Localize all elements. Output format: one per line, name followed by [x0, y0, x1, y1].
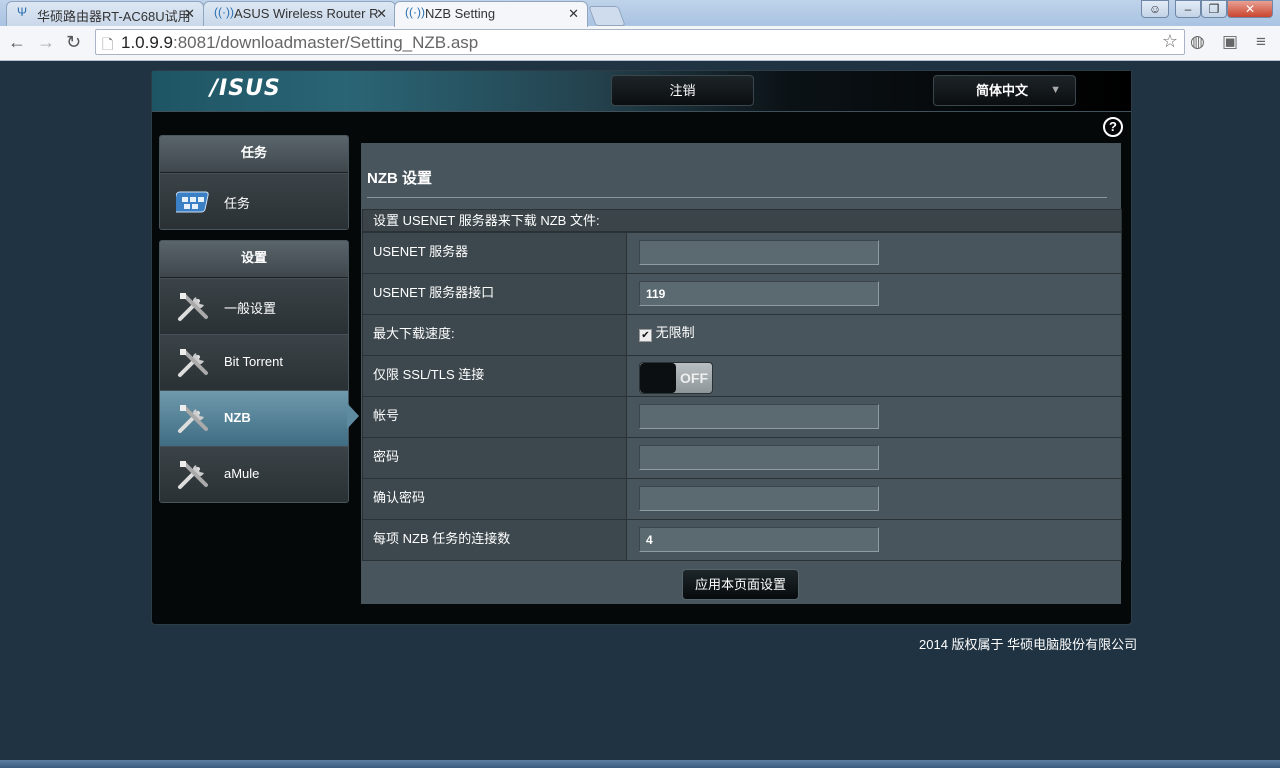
tab-title: ASUS Wireless Router R — [234, 6, 379, 21]
nzb-settings-form: 设置 USENET 服务器来下载 NZB 文件: USENET 服务器 USEN… — [362, 209, 1122, 561]
wireless-favicon-icon: ((·)) — [405, 5, 425, 19]
checkbox-label: 无限制 — [655, 325, 695, 340]
user-icon[interactable]: ☺ — [1141, 0, 1169, 18]
form-row-password: 密码 — [363, 437, 1121, 478]
unlimited-checkbox[interactable]: ✔ — [639, 329, 652, 342]
page-icon: 🗋 — [102, 36, 114, 52]
sidebar-item-general[interactable]: 一般设置 — [160, 278, 348, 334]
tools-icon — [178, 461, 208, 489]
account-input[interactable] — [639, 404, 879, 429]
sidebar-group-task: 任务 任务 — [159, 135, 349, 230]
browser-tab[interactable]: ((·)) ASUS Wireless Router R ✕ — [203, 1, 396, 26]
extension-globe-icon[interactable]: ◍ — [1190, 32, 1205, 52]
toggle-knob — [640, 363, 676, 393]
language-label: 简体中文 — [976, 83, 1029, 98]
browser-tab[interactable]: Ψ 华硕路由器RT-AC68U试用 ✕ — [6, 1, 204, 26]
settings-content: NZB 设置 设置 USENET 服务器来下载 NZB 文件: USENET 服… — [361, 143, 1122, 604]
forward-icon[interactable]: → — [37, 32, 55, 52]
form-row-account: 帐号 — [363, 396, 1121, 437]
confirm-password-input[interactable] — [639, 486, 879, 511]
chevron-down-icon: ▼ — [1050, 84, 1061, 96]
active-item-pointer — [347, 403, 359, 429]
minimize-icon[interactable]: – — [1175, 0, 1201, 18]
form-row-server: USENET 服务器 — [363, 232, 1121, 273]
back-icon[interactable]: ← — [8, 32, 26, 52]
toggle-state: OFF — [680, 370, 708, 386]
page-header: /ISUS 注销 简体中文 ▼ — [152, 71, 1131, 112]
restore-icon[interactable]: ❐ — [1201, 0, 1227, 18]
sidebar-item-label: aMule — [224, 466, 260, 481]
url-text[interactable]: 1.0.9.9:8081/downloadmaster/Setting_NZB.… — [121, 33, 478, 53]
sidebar-item-label: Bit Torrent — [224, 354, 284, 369]
field-label: 帐号 — [363, 397, 627, 437]
sidebar-item-label: NZB — [224, 410, 251, 425]
sidebar-item-label: 任务 — [224, 196, 251, 211]
tools-icon — [178, 405, 208, 433]
form-row-ssl: 仅限 SSL/TLS 连接 OFF — [363, 355, 1121, 396]
tab-title: 华硕路由器RT-AC68U试用 — [37, 9, 191, 24]
language-select[interactable]: 简体中文 ▼ — [933, 75, 1076, 106]
close-window-icon[interactable]: ✕ — [1227, 0, 1273, 18]
field-label: 最大下载速度: — [363, 315, 627, 355]
close-icon[interactable]: ✕ — [184, 6, 195, 22]
address-bar[interactable]: 🗋 1.0.9.9:8081/downloadmaster/Setting_NZ… — [95, 29, 1185, 55]
logout-button[interactable]: 注销 — [611, 75, 754, 106]
sidebar-item-nzb[interactable]: NZB — [160, 390, 348, 446]
help-icon[interactable]: ? — [1103, 117, 1123, 137]
asus-logo: /ISUS — [210, 76, 281, 101]
sidebar-item-bittorrent[interactable]: Bit Torrent — [160, 334, 348, 390]
form-row-confirm: 确认密码 — [363, 478, 1121, 519]
field-label: USENET 服务器接口 — [363, 274, 627, 314]
browser-tab-active[interactable]: ((·)) NZB Setting ✕ — [394, 1, 588, 27]
url-host: 1.0.9.9 — [121, 33, 173, 52]
wireless-favicon-icon: ((·)) — [214, 5, 234, 19]
sidebar-group-title: 任务 — [160, 136, 348, 173]
star-icon[interactable]: ☆ — [1162, 31, 1178, 52]
title-divider — [367, 197, 1107, 198]
sidebar-item-label: 一般设置 — [224, 301, 277, 316]
sidebar-group-title: 设置 — [160, 241, 348, 278]
field-label: 确认密码 — [363, 479, 627, 519]
usenet-port-input[interactable] — [639, 281, 879, 306]
menu-icon[interactable]: ≡ — [1256, 32, 1266, 52]
form-caption: 设置 USENET 服务器来下载 NZB 文件: — [363, 210, 1121, 232]
password-input[interactable] — [639, 445, 879, 470]
apply-button[interactable]: 应用本页面设置 — [682, 569, 799, 600]
sidebar-group-settings: 设置 一般设置 Bit Torrent NZB aMule — [159, 240, 349, 503]
browser-tab-strip: Ψ 华硕路由器RT-AC68U试用 ✕ ((·)) ASUS Wireless … — [0, 0, 1280, 27]
main-panel: /ISUS 注销 简体中文 ▼ ? 任务 任务 设置 一般设置 Bit Torr… — [151, 70, 1132, 625]
field-label: 密码 — [363, 438, 627, 478]
tools-icon — [178, 293, 208, 321]
form-row-speed: 最大下载速度: ✔ 无限制 — [363, 314, 1121, 355]
page-title: NZB 设置 — [367, 170, 432, 187]
form-row-connections: 每项 NZB 任务的连接数 — [363, 519, 1121, 560]
tools-icon — [178, 349, 208, 377]
os-taskbar — [0, 760, 1280, 768]
extension-icon[interactable]: ▣ — [1222, 32, 1238, 52]
sidebar-item-amule[interactable]: aMule — [160, 446, 348, 502]
sidebar-item-task[interactable]: 任务 — [160, 173, 348, 229]
new-tab-button[interactable] — [588, 6, 626, 26]
router-favicon-icon: Ψ — [17, 5, 28, 19]
tab-title: NZB Setting — [425, 6, 496, 21]
connections-input[interactable] — [639, 527, 879, 552]
form-row-port: USENET 服务器接口 — [363, 273, 1121, 314]
close-icon[interactable]: ✕ — [376, 6, 387, 22]
copyright-text: 2014 版权属于 华硕电脑股份有限公司 — [919, 637, 1138, 652]
field-label: 仅限 SSL/TLS 连接 — [363, 356, 627, 396]
field-label: 每项 NZB 任务的连接数 — [363, 520, 627, 560]
task-list-icon — [176, 191, 209, 213]
url-path: :8081/downloadmaster/Setting_NZB.asp — [173, 33, 479, 52]
reload-icon[interactable]: ↻ — [66, 32, 81, 52]
field-label: USENET 服务器 — [363, 233, 627, 273]
browser-toolbar: ← → ↻ 🗋 1.0.9.9:8081/downloadmaster/Sett… — [0, 26, 1280, 61]
usenet-server-input[interactable] — [639, 240, 879, 265]
close-icon[interactable]: ✕ — [568, 6, 579, 22]
ssl-only-toggle[interactable]: OFF — [639, 362, 713, 394]
